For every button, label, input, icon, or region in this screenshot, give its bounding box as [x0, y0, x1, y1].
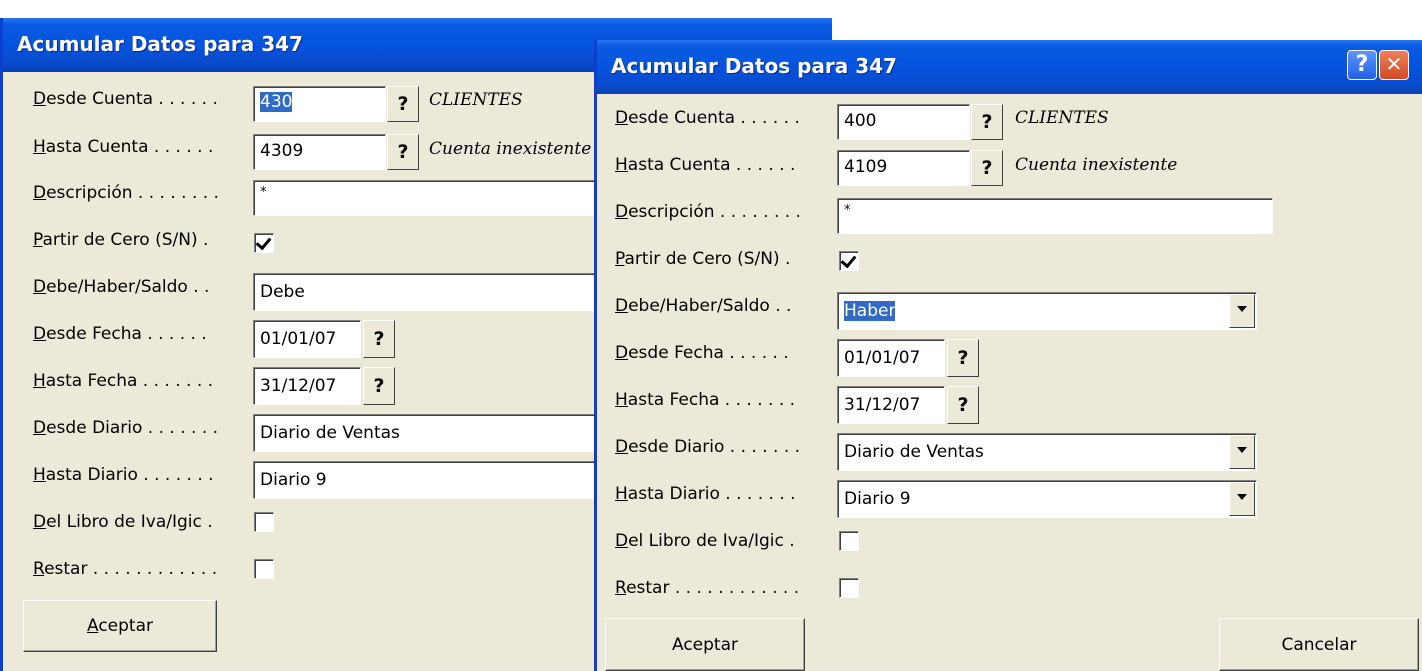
- partir-cero-checkbox[interactable]: [254, 233, 274, 253]
- libro-iva-checkbox[interactable]: [254, 512, 274, 532]
- partir-cero-label: Partir de Cero (S/N) .: [615, 249, 791, 269]
- hasta-fecha-lookup-button[interactable]: ?: [363, 367, 395, 405]
- desde-cuenta-input[interactable]: 430: [253, 86, 386, 122]
- hasta-cuenta-input[interactable]: 4309: [253, 134, 386, 170]
- hasta-cuenta-description: Cuenta inexistente: [1015, 155, 1178, 175]
- front-dialog-titlebar[interactable]: Acumular Datos para 347 ? ✕: [597, 40, 1422, 94]
- aceptar-button[interactable]: Aceptar: [23, 600, 217, 652]
- desde-cuenta-lookup-button[interactable]: ?: [971, 104, 1003, 140]
- desde-cuenta-description: CLIENTES: [429, 90, 523, 110]
- desde-cuenta-description: CLIENTES: [1015, 108, 1109, 128]
- desde-diario-label: Desde Diario . . . . . . .: [615, 437, 801, 457]
- libro-iva-label: Del Libro de Iva/Igic .: [33, 512, 213, 532]
- desde-cuenta-label: Desde Cuenta . . . . . .: [615, 108, 800, 128]
- desde-cuenta-label: Desde Cuenta . . . . . .: [33, 89, 218, 109]
- libro-iva-label: Del Libro de Iva/Igic .: [615, 531, 795, 551]
- cancelar-button[interactable]: Cancelar: [1219, 618, 1419, 671]
- hasta-cuenta-label: Hasta Cuenta . . . . . .: [615, 155, 796, 175]
- debe-haber-select[interactable]: Haber: [837, 292, 1257, 330]
- restar-checkbox[interactable]: [839, 578, 859, 598]
- chevron-down-icon[interactable]: [1229, 435, 1255, 469]
- front-dialog: Acumular Datos para 347 ? ✕ Desde Cuenta…: [594, 40, 1422, 671]
- descripcion-label: Descripción . . . . . . . .: [33, 183, 219, 203]
- hasta-cuenta-lookup-button[interactable]: ?: [387, 134, 419, 170]
- hasta-cuenta-lookup-button[interactable]: ?: [971, 150, 1003, 186]
- debe-haber-selected-value: Haber: [844, 301, 896, 321]
- restar-label: Restar . . . . . . . . . . . .: [33, 559, 218, 579]
- libro-iva-checkbox[interactable]: [839, 531, 859, 551]
- help-icon[interactable]: ?: [1347, 50, 1377, 80]
- hasta-fecha-label: Hasta Fecha . . . . . . .: [33, 371, 214, 391]
- hasta-fecha-input[interactable]: 31/12/07: [837, 386, 945, 424]
- front-dialog-title: Acumular Datos para 347: [611, 54, 897, 78]
- desde-fecha-input[interactable]: 01/01/07: [837, 339, 945, 377]
- desde-fecha-lookup-button[interactable]: ?: [363, 320, 395, 358]
- hasta-fecha-lookup-button[interactable]: ?: [947, 386, 979, 424]
- desde-cuenta-input[interactable]: 400: [837, 104, 970, 140]
- back-dialog-title: Acumular Datos para 347: [17, 32, 303, 56]
- desde-fecha-label: Desde Fecha . . . . . .: [615, 343, 789, 363]
- hasta-cuenta-input[interactable]: 4109: [837, 150, 970, 186]
- desde-diario-select[interactable]: Diario de Ventas: [837, 433, 1257, 471]
- hasta-cuenta-description: Cuenta inexistente: [429, 139, 592, 159]
- chevron-down-icon[interactable]: [1229, 482, 1255, 516]
- hasta-diario-selected-value: Diario 9: [844, 489, 911, 509]
- descripcion-label: Descripción . . . . . . . .: [615, 202, 801, 222]
- desde-cuenta-lookup-button[interactable]: ?: [387, 86, 419, 122]
- hasta-diario-select[interactable]: Diario 9: [837, 480, 1257, 518]
- chevron-down-icon[interactable]: [1229, 294, 1255, 328]
- restar-checkbox[interactable]: [254, 559, 274, 579]
- descripcion-input[interactable]: *: [837, 198, 1273, 234]
- hasta-fecha-label: Hasta Fecha . . . . . . .: [615, 390, 796, 410]
- partir-cero-checkbox[interactable]: [839, 251, 859, 271]
- desde-fecha-input[interactable]: 01/01/07: [253, 320, 361, 358]
- debe-haber-label: Debe/Haber/Saldo . .: [33, 277, 210, 297]
- aceptar-button[interactable]: Aceptar: [605, 618, 805, 671]
- hasta-diario-label: Hasta Diario . . . . . . .: [33, 465, 214, 485]
- debe-haber-label: Debe/Haber/Saldo . .: [615, 296, 792, 316]
- desde-fecha-label: Desde Fecha . . . . . .: [33, 324, 207, 344]
- hasta-fecha-input[interactable]: 31/12/07: [253, 367, 361, 405]
- hasta-cuenta-label: Hasta Cuenta . . . . . .: [33, 137, 214, 157]
- close-icon[interactable]: ✕: [1379, 50, 1409, 80]
- partir-cero-label: Partir de Cero (S/N) .: [33, 230, 209, 250]
- desde-diario-selected-value: Diario de Ventas: [844, 442, 984, 462]
- desde-diario-label: Desde Diario . . . . . . .: [33, 418, 219, 438]
- hasta-diario-label: Hasta Diario . . . . . . .: [615, 484, 796, 504]
- restar-label: Restar . . . . . . . . . . . .: [615, 578, 800, 598]
- desde-fecha-lookup-button[interactable]: ?: [947, 339, 979, 377]
